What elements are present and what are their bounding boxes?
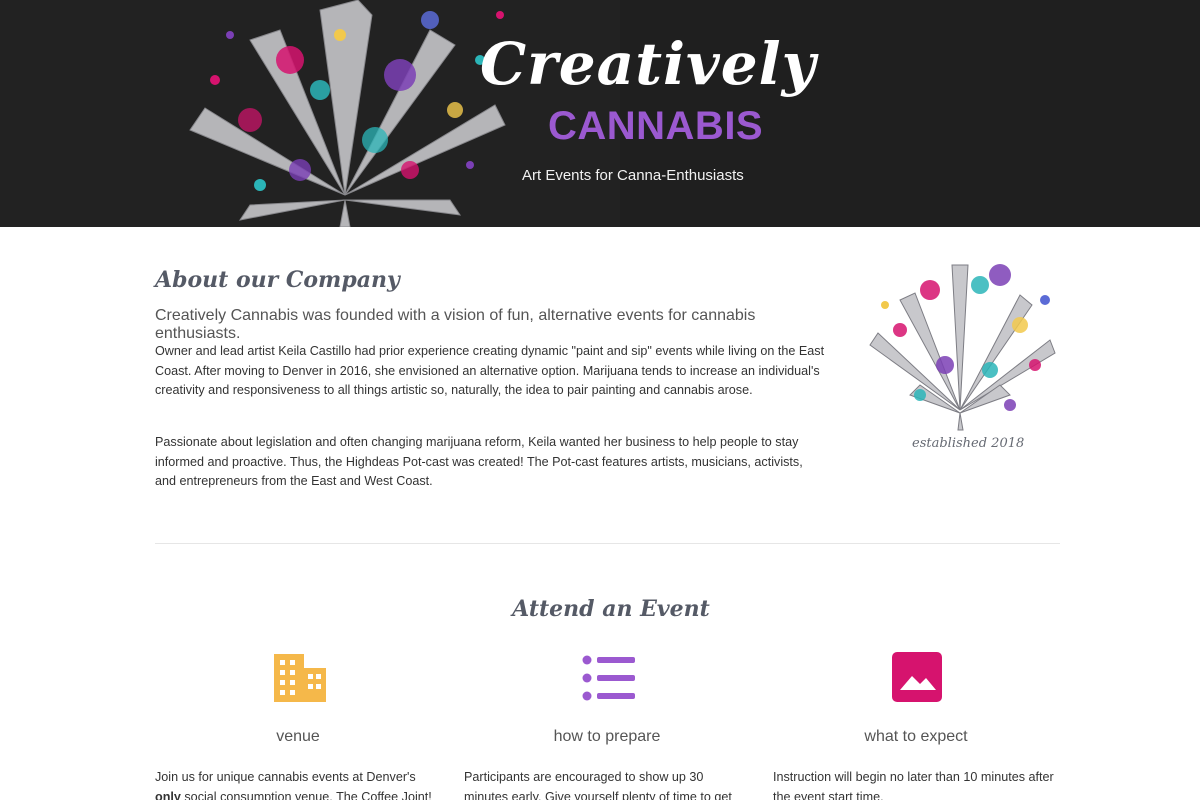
expect-column: what to expect Instruction will begin no… <box>773 650 1063 800</box>
building-icon <box>274 654 326 702</box>
events-heading: Attend an Event <box>512 596 710 622</box>
hero-banner: Creatively CANNABIS Art Events for Canna… <box>0 0 1200 227</box>
list-icon <box>582 655 635 701</box>
cannabis-leaf-paint-icon <box>869 264 1056 431</box>
about-paragraph: Passionate about legislation and often c… <box>155 435 803 488</box>
hero-title: Creatively <box>480 30 817 98</box>
expect-heading: what to expect <box>864 728 968 745</box>
about-paragraph: Owner and lead artist Keila Castillo had… <box>155 344 825 397</box>
venue-text: Join us for unique cannabis events at De… <box>155 770 432 800</box>
prepare-text: Participants are encouraged to show up 3… <box>464 770 732 800</box>
venue-heading: venue <box>276 728 320 745</box>
venue-column: venue Join us for unique cannabis events… <box>155 650 445 800</box>
about-lead: Creatively Cannabis was founded with a v… <box>155 307 756 342</box>
image-icon <box>892 652 942 702</box>
prepare-heading: how to prepare <box>553 728 661 745</box>
established-caption: established 2018 <box>912 436 1025 451</box>
about-heading: About our Company <box>155 267 400 293</box>
brand-name: CANNABIS <box>548 104 764 148</box>
section-divider <box>155 543 1060 544</box>
expect-text: Instruction will begin no later than 10 … <box>773 770 1054 800</box>
hero-tagline: Art Events for Canna-Enthusiasts <box>522 167 744 184</box>
prepare-column: how to prepare Participants are encourag… <box>464 650 754 800</box>
